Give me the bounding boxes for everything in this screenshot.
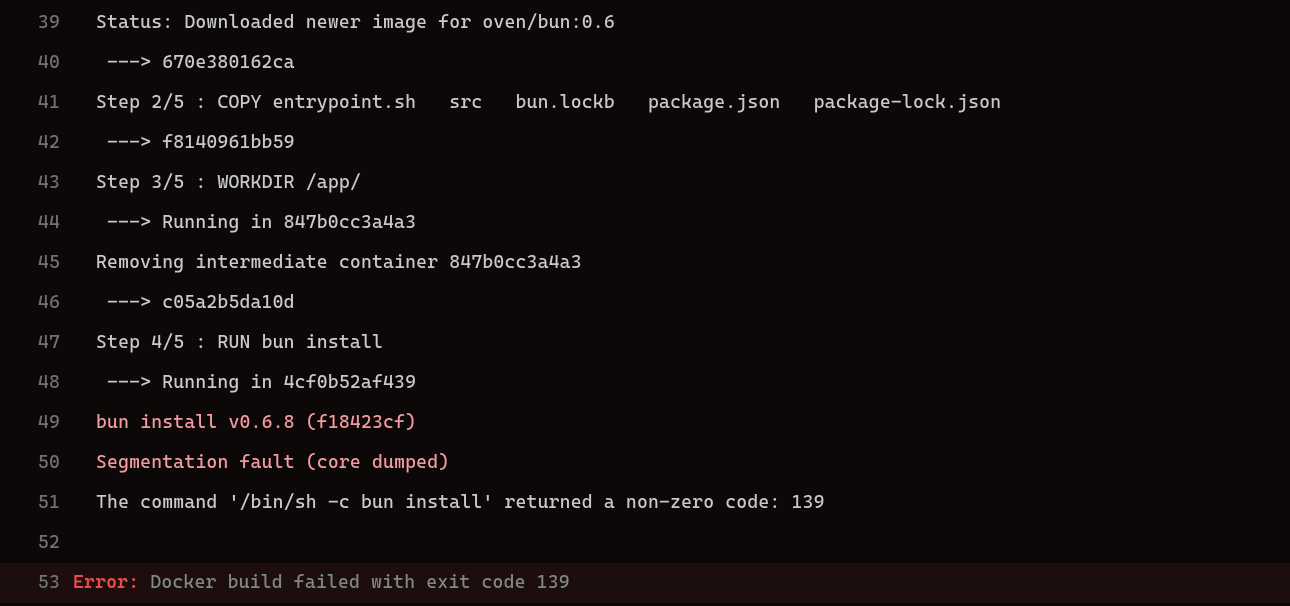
log-output: 39 Status: Downloaded newer image for ove…: [0, 0, 1290, 603]
line-content: bun install v0.6.8 (f18423cf): [60, 403, 1290, 443]
log-text: ---> f8140961bb59: [107, 132, 295, 153]
log-line: 52: [0, 523, 1290, 563]
line-content: Removing intermediate container 847b0cc3…: [60, 243, 1290, 283]
log-line: 39 Status: Downloaded newer image for ove…: [0, 3, 1290, 43]
log-line: 49 bun install v0.6.8 (f18423cf): [0, 403, 1290, 443]
line-number: 43: [0, 163, 60, 203]
line-number: 41: [0, 83, 60, 123]
line-content: ---> c05a2b5da10d: [60, 283, 1290, 323]
log-text: Error:: [73, 572, 139, 593]
log-text: Removing intermediate container 847b0cc3…: [96, 252, 582, 273]
line-number: 46: [0, 283, 60, 323]
log-line: 41 Step 2/5 : COPY entrypoint.sh src bun.…: [0, 83, 1290, 123]
log-text: bun install v0.6.8 (f18423cf): [96, 412, 416, 433]
log-line: 50 Segmentation fault (core dumped): [0, 443, 1290, 483]
log-text: ---> 670e380162ca: [107, 52, 295, 73]
log-text: ---> Running in 4cf0b52af439: [107, 372, 416, 393]
line-number: 53: [0, 563, 60, 603]
line-number: 52: [0, 523, 60, 563]
line-number: 44: [0, 203, 60, 243]
log-line: 43 Step 3/5 : WORKDIR /app/: [0, 163, 1290, 203]
line-number: 47: [0, 323, 60, 363]
log-text: Step 2/5 : COPY entrypoint.sh src bun.lo…: [96, 92, 1001, 113]
line-number: 49: [0, 403, 60, 443]
log-line: 40 ---> 670e380162ca: [0, 43, 1290, 83]
log-text: Step 4/5 : RUN bun install: [96, 332, 383, 353]
line-content: Step 4/5 : RUN bun install: [60, 323, 1290, 363]
log-line: 46 ---> c05a2b5da10d: [0, 283, 1290, 323]
line-content: Segmentation fault (core dumped): [60, 443, 1290, 483]
log-line: 45 Removing intermediate container 847b0c…: [0, 243, 1290, 283]
log-text: Step 3/5 : WORKDIR /app/: [96, 172, 361, 193]
line-content: Step 3/5 : WORKDIR /app/: [60, 163, 1290, 203]
log-line: 47 Step 4/5 : RUN bun install: [0, 323, 1290, 363]
line-number: 48: [0, 363, 60, 403]
log-line: 51 The command '/bin/sh -c bun install' r…: [0, 483, 1290, 523]
line-number: 50: [0, 443, 60, 483]
log-line: 53Error: Docker build failed with exit c…: [0, 563, 1290, 603]
line-content: Error: Docker build failed with exit cod…: [60, 563, 570, 603]
log-text: ---> c05a2b5da10d: [107, 292, 295, 313]
log-text: Status: Downloaded newer image for oven/…: [96, 12, 615, 33]
log-text: Docker build failed with exit code 139: [139, 572, 570, 593]
line-number: 40: [0, 43, 60, 83]
line-content: Step 2/5 : COPY entrypoint.sh src bun.lo…: [60, 83, 1290, 123]
log-text: ---> Running in 847b0cc3a4a3: [107, 212, 416, 233]
log-line: 44 ---> Running in 847b0cc3a4a3: [0, 203, 1290, 243]
line-number: 42: [0, 123, 60, 163]
log-line: 48 ---> Running in 4cf0b52af439: [0, 363, 1290, 403]
line-content: ---> Running in 847b0cc3a4a3: [60, 203, 1290, 243]
line-content: The command '/bin/sh -c bun install' ret…: [60, 483, 1290, 523]
line-content: ---> Running in 4cf0b52af439: [60, 363, 1290, 403]
line-content: Status: Downloaded newer image for oven/…: [60, 3, 1290, 43]
line-number: 39: [0, 3, 60, 43]
line-number: 51: [0, 483, 60, 523]
log-line: 42 ---> f8140961bb59: [0, 123, 1290, 163]
log-text: The command '/bin/sh -c bun install' ret…: [96, 492, 825, 513]
line-content: ---> f8140961bb59: [60, 123, 1290, 163]
line-content: ---> 670e380162ca: [60, 43, 1290, 83]
line-number: 45: [0, 243, 60, 283]
log-text: Segmentation fault (core dumped): [96, 452, 449, 473]
